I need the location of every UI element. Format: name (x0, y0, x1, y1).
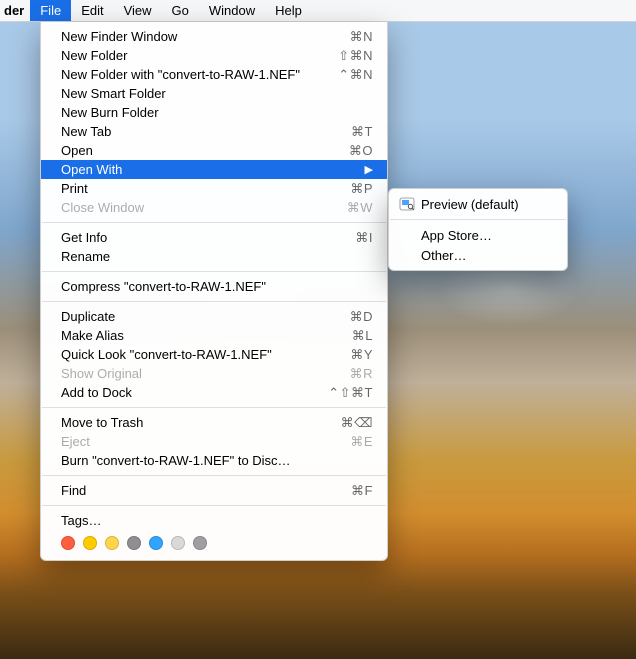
menu-item-shortcut: ⌘F (351, 483, 373, 499)
menu-item-shortcut: ⌘T (351, 124, 373, 140)
menu-item-label: Add to Dock (61, 385, 328, 400)
menu-item[interactable]: New Burn Folder (41, 103, 387, 122)
menu-file[interactable]: File (30, 0, 71, 21)
menu-item[interactable]: New Finder Window⌘N (41, 27, 387, 46)
menu-item: Close Window⌘W (41, 198, 387, 217)
tags-color-row (41, 530, 387, 550)
desktop-background: der File Edit View Go Window Help New Fi… (0, 0, 636, 659)
menu-item: Show Original⌘R (41, 364, 387, 383)
menu-edit[interactable]: Edit (71, 0, 113, 21)
menu-item: Eject⌘E (41, 432, 387, 451)
menu-item[interactable]: Move to Trash⌘⌫ (41, 413, 387, 432)
menu-item-label: Close Window (61, 200, 347, 215)
menu-item[interactable]: Print⌘P (41, 179, 387, 198)
menu-item[interactable]: New Folder⇧⌘N (41, 46, 387, 65)
menu-item-label: New Finder Window (61, 29, 350, 44)
tag-color-dot[interactable] (105, 536, 119, 550)
menu-item-shortcut: ⌘N (350, 29, 373, 45)
menu-separator (42, 407, 386, 408)
tag-color-dot[interactable] (61, 536, 75, 550)
submenu-arrow-icon: ▶ (365, 163, 373, 176)
submenu-item-label: App Store… (421, 228, 492, 243)
menu-item[interactable]: New Folder with "convert-to-RAW-1.NEF"⌃⌘… (41, 65, 387, 84)
menu-item-label: Print (61, 181, 350, 196)
menu-item[interactable]: Burn "convert-to-RAW-1.NEF" to Disc… (41, 451, 387, 470)
menu-item-label: New Smart Folder (61, 86, 373, 101)
menu-separator (42, 222, 386, 223)
menu-item-label: New Tab (61, 124, 351, 139)
menu-window[interactable]: Window (199, 0, 265, 21)
tag-color-dot[interactable] (193, 536, 207, 550)
menu-view[interactable]: View (114, 0, 162, 21)
submenu-item[interactable]: Preview (default) (389, 194, 567, 214)
submenu-item[interactable]: Other… (389, 245, 567, 265)
menu-item-shortcut: ⌘L (352, 328, 373, 344)
menu-separator (390, 219, 566, 220)
menu-item-shortcut: ⌘O (349, 143, 373, 159)
menu-item[interactable]: Find⌘F (41, 481, 387, 500)
menu-separator (42, 505, 386, 506)
menu-item[interactable]: Open⌘O (41, 141, 387, 160)
menu-item[interactable]: New Smart Folder (41, 84, 387, 103)
submenu-item-label: Preview (default) (421, 197, 519, 212)
tag-color-dot[interactable] (127, 536, 141, 550)
menu-item-label: Eject (61, 434, 350, 449)
menu-item-shortcut: ⌘R (350, 366, 373, 382)
menu-item-label: New Burn Folder (61, 105, 373, 120)
menu-go[interactable]: Go (162, 0, 199, 21)
menu-item-shortcut: ⌘P (350, 181, 373, 197)
menu-item-label: Open With (61, 162, 357, 177)
menu-item[interactable]: Add to Dock⌃⇧⌘T (41, 383, 387, 402)
menu-item-label: Open (61, 143, 349, 158)
menu-separator (42, 271, 386, 272)
tag-color-dot[interactable] (149, 536, 163, 550)
menu-item-shortcut: ⌘E (350, 434, 373, 450)
menu-item-label: Find (61, 483, 351, 498)
menu-item-shortcut: ⇧⌘N (338, 48, 373, 64)
tag-color-dot[interactable] (171, 536, 185, 550)
menu-help[interactable]: Help (265, 0, 312, 21)
menu-item-label: Get Info (61, 230, 355, 245)
menu-item[interactable]: Quick Look "convert-to-RAW-1.NEF"⌘Y (41, 345, 387, 364)
submenu-item[interactable]: App Store… (389, 225, 567, 245)
menu-item-label: Make Alias (61, 328, 352, 343)
menu-item-shortcut: ⌘W (347, 200, 373, 216)
menu-item-label: Show Original (61, 366, 350, 381)
menu-item-label: Tags… (61, 513, 373, 528)
menu-item-label: Quick Look "convert-to-RAW-1.NEF" (61, 347, 350, 362)
menu-item-label: Rename (61, 249, 373, 264)
menu-item-label: Move to Trash (61, 415, 341, 430)
menu-item-label: New Folder with "convert-to-RAW-1.NEF" (61, 67, 338, 82)
menu-bar: der File Edit View Go Window Help (0, 0, 636, 22)
submenu-item-label: Other… (421, 248, 467, 263)
menu-item[interactable]: Tags… (41, 511, 387, 530)
preview-app-icon (399, 196, 415, 212)
menu-item[interactable]: Make Alias⌘L (41, 326, 387, 345)
menu-item-shortcut: ⌘D (350, 309, 373, 325)
menu-item[interactable]: Open With ▶ (41, 160, 387, 179)
menu-item[interactable]: New Tab⌘T (41, 122, 387, 141)
menu-item-shortcut: ⌘⌫ (341, 415, 373, 431)
menu-item-shortcut: ⌃⌘N (338, 67, 373, 83)
menu-item-shortcut: ⌘I (355, 230, 373, 246)
menu-item[interactable]: Duplicate⌘D (41, 307, 387, 326)
menu-item-label: Compress "convert-to-RAW-1.NEF" (61, 279, 373, 294)
menu-item-label: Burn "convert-to-RAW-1.NEF" to Disc… (61, 453, 373, 468)
menu-item[interactable]: Compress "convert-to-RAW-1.NEF" (41, 277, 387, 296)
menu-item-shortcut: ⌘Y (350, 347, 373, 363)
menu-item-label: Duplicate (61, 309, 350, 324)
menu-item-shortcut: ⌃⇧⌘T (328, 385, 373, 401)
menu-item[interactable]: Get Info⌘I (41, 228, 387, 247)
menu-separator (42, 475, 386, 476)
menu-item[interactable]: Rename (41, 247, 387, 266)
menu-item-label: New Folder (61, 48, 338, 63)
file-menu-dropdown: New Finder Window⌘NNew Folder⇧⌘NNew Fold… (40, 22, 388, 561)
open-with-submenu: Preview (default) App Store… Other… (388, 188, 568, 271)
tag-color-dot[interactable] (83, 536, 97, 550)
menu-separator (42, 301, 386, 302)
app-name-fragment: der (0, 0, 30, 21)
